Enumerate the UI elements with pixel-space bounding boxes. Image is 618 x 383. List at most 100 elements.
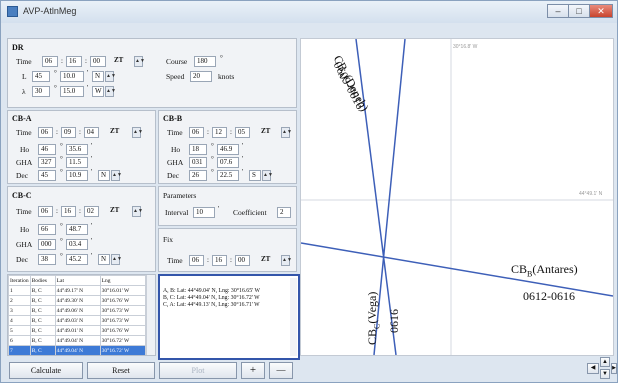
column-header[interactable]: Lat (54, 275, 101, 286)
calculate-button[interactable]: Calculate (9, 362, 83, 379)
cb-c-dec-hemisphere[interactable]: N (98, 254, 110, 265)
cb-b-dec-degree-input[interactable]: 26 (189, 170, 207, 181)
table-cell: B, C (29, 345, 56, 355)
cb-c-ho-degree-input[interactable]: 66 (38, 224, 56, 235)
cb-b-gha-label: GHA (167, 158, 184, 167)
table-row[interactable]: 2 B, C 44°49.30' N 30°16.76' W (8, 295, 146, 306)
cb-b-ho-degree-input[interactable]: 18 (189, 144, 207, 155)
reset-button[interactable]: Reset (87, 362, 155, 379)
cb-b-dec-minute-input[interactable]: 22.5 (217, 170, 239, 181)
dr-time-hour-input[interactable]: 06 (42, 56, 58, 67)
zoom-in-button[interactable]: + (241, 362, 265, 379)
close-button[interactable]: ✕ (589, 4, 613, 18)
coefficient-input[interactable]: 2 (277, 207, 291, 218)
table-cell: 30°16.73' W (99, 305, 146, 316)
table-scrollbar[interactable] (146, 275, 155, 355)
time-sep: : (79, 128, 81, 136)
cb-a-zone-spinner[interactable]: ▲▼ (132, 127, 143, 138)
cb-c-gha-minute-input[interactable]: 03.4 (66, 239, 88, 250)
table-cell: 44°49.06' N (54, 305, 101, 316)
cb-c-time-minute-input[interactable]: 16 (61, 206, 76, 217)
cb-b-time-minute-input[interactable]: 12 (212, 127, 227, 138)
table-cell: 5 (8, 325, 31, 336)
table-row[interactable]: 6 B, C 44°49.04' N 30°16.72' W (8, 335, 146, 346)
dr-zone-spinner[interactable]: ▲▼ (134, 56, 145, 67)
iteration-table[interactable]: Iteration Bodies Lat Lng 1 B, C 44°49.17' … (7, 274, 156, 356)
cb-c-dec-minute-input[interactable]: 45.2 (66, 254, 88, 265)
table-row[interactable]: 1 B, C 44°49.17' N 30°16.01' W (8, 285, 146, 296)
dr-time-minute-input[interactable]: 16 (66, 56, 82, 67)
cb-a-dec-hemisphere[interactable]: N (98, 170, 110, 181)
cb-a-dec-degree-input[interactable]: 45 (38, 170, 56, 181)
maximize-button[interactable]: □ (568, 4, 590, 18)
course-input[interactable]: 180 (194, 56, 216, 67)
lop-label-c-main: CB (365, 328, 379, 345)
cb-c-dec-hemisphere-spinner[interactable]: ▲▼ (111, 254, 122, 265)
minimize-button[interactable]: – (547, 4, 569, 18)
dr-lat-hemisphere-spinner[interactable]: ▲▼ (105, 71, 116, 82)
cb-c-gha-degree-input[interactable]: 000 (38, 239, 56, 250)
cb-b-panel: CB-B Time 06 : 12 : 05 ZT ▲▼ Ho 18 ° 46.… (158, 110, 297, 184)
dr-lon-degree-input[interactable]: 30 (32, 86, 50, 97)
column-header[interactable]: Lng (99, 275, 146, 286)
time-sep: : (207, 128, 209, 136)
column-header[interactable]: Iteration (8, 275, 31, 286)
table-row[interactable]: 7 B, C 44°49.04' N 30°16.72' W (8, 345, 146, 355)
cb-a-dec-hemisphere-spinner[interactable]: ▲▼ (111, 170, 122, 181)
cb-b-ho-minute-input[interactable]: 46.9 (217, 144, 239, 155)
cb-a-gha-minute-input[interactable]: 11.5 (66, 157, 88, 168)
dr-lon-hemisphere[interactable]: W (92, 86, 104, 97)
cb-c-ho-minute-input[interactable]: 48.7 (66, 224, 88, 235)
dr-time-second-input[interactable]: 00 (90, 56, 106, 67)
column-header[interactable]: Bodies (29, 275, 56, 286)
cb-b-gha-minute-input[interactable]: 07.6 (217, 157, 239, 168)
fix-zone-spinner[interactable]: ▲▼ (281, 255, 292, 266)
degree-symbol: ° (60, 168, 63, 176)
cb-b-dec-hemisphere-spinner[interactable]: ▲▼ (262, 170, 273, 181)
dr-lat-hemisphere[interactable]: N (92, 71, 104, 82)
cb-b-time-second-input[interactable]: 05 (235, 127, 250, 138)
cb-a-ho-minute-input[interactable]: 35.6 (66, 144, 88, 155)
dr-lat-minute-input[interactable]: 10.0 (60, 71, 84, 82)
fix-time-second-input[interactable]: 00 (235, 255, 250, 266)
degree-symbol: ° (60, 142, 63, 150)
cb-a-gha-degree-input[interactable]: 327 (38, 157, 56, 168)
table-row[interactable]: 3 B, C 44°49.06' N 30°16.73' W (8, 305, 146, 316)
zoom-out-button[interactable]: — (269, 362, 293, 379)
speed-input[interactable]: 20 (190, 71, 212, 82)
cb-a-time-second-input[interactable]: 04 (84, 127, 99, 138)
fix-time-minute-input[interactable]: 16 (212, 255, 227, 266)
lop-plot-area[interactable]: 30°16.8' W 44°49.1' N CBA(Deneb) 0609-06… (300, 38, 614, 356)
cb-c-time-hour-input[interactable]: 06 (38, 206, 53, 217)
dr-lat-degree-input[interactable]: 45 (32, 71, 50, 82)
dr-lon-hemisphere-spinner[interactable]: ▲▼ (105, 86, 116, 97)
cb-b-time-hour-input[interactable]: 06 (189, 127, 204, 138)
plot-button[interactable]: Plot (159, 362, 237, 379)
cb-b-gha-degree-input[interactable]: 031 (189, 157, 207, 168)
cb-c-zone-spinner[interactable]: ▲▼ (132, 206, 143, 217)
cb-a-ho-degree-input[interactable]: 46 (38, 144, 56, 155)
fix-time-hour-input[interactable]: 06 (189, 255, 204, 266)
table-row[interactable]: 5 B, C 44°49.01' N 30°16.76' W (8, 325, 146, 336)
cb-a-time-minute-input[interactable]: 09 (61, 127, 76, 138)
scroll-up-button[interactable]: ▲ (600, 357, 610, 367)
cb-a-time-hour-input[interactable]: 06 (38, 127, 53, 138)
lop-label-b-time: 0612-0616 (523, 289, 575, 303)
scroll-left-button[interactable]: ◀ (587, 363, 599, 374)
results-textbox[interactable]: A, B: Lat: 44°49.04' N, Lng: 30°16.65' W… (158, 274, 300, 360)
cb-b-dec-hemisphere[interactable]: S (249, 170, 261, 181)
table-row[interactable]: 4 B, C 44°49.03' N 30°16.73' W (8, 315, 146, 326)
cb-c-time-second-input[interactable]: 02 (84, 206, 99, 217)
scroll-right-button[interactable]: ▶ (611, 363, 617, 374)
scroll-down-button[interactable]: ▼ (600, 369, 610, 379)
window-title: AVP-AtlnMeg (23, 6, 77, 16)
dr-panel: DR Time 06 : 16 : 00 ZT ▲▼ L 45 ° 10.0 '… (7, 38, 297, 108)
cb-c-dec-degree-input[interactable]: 38 (38, 254, 56, 265)
results-scrollbar[interactable] (290, 278, 297, 356)
interval-input[interactable]: 10 (193, 207, 215, 218)
lop-label-b-name: (Antares) (532, 262, 578, 276)
cb-a-dec-minute-input[interactable]: 10.9 (66, 170, 88, 181)
time-sep: : (56, 128, 58, 136)
dr-lon-minute-input[interactable]: 15.0 (60, 86, 84, 97)
cb-b-zone-spinner[interactable]: ▲▼ (281, 127, 292, 138)
